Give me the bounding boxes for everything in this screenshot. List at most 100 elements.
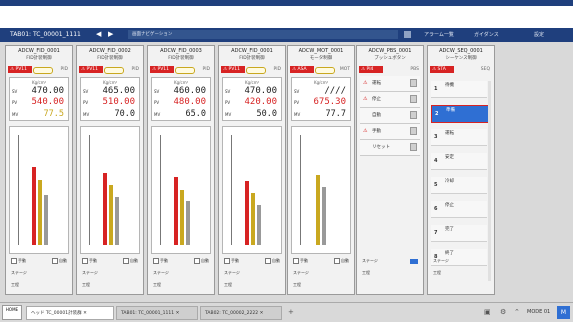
manual-mode[interactable]: 手動 xyxy=(153,258,168,264)
unit-label: Kg/cm² xyxy=(103,80,118,85)
manual-mode[interactable]: 手動 xyxy=(82,258,97,264)
back-icon[interactable]: ◀ xyxy=(96,30,101,38)
checkbox-icon xyxy=(194,258,200,264)
tab-label: ヘッド TC_00001計装群 xyxy=(31,311,82,316)
value-box[interactable]: Kg/cm² SV 465.00 PV 510.00 MV 70.0 xyxy=(80,77,140,121)
sv-value[interactable]: 470.00 xyxy=(31,86,64,96)
operate-button[interactable] xyxy=(410,111,417,119)
mv-value[interactable]: 77.5 xyxy=(44,109,64,119)
sv-value[interactable]: 470.00 xyxy=(244,86,277,96)
sv-label: SV xyxy=(83,89,89,94)
status-label: STA xyxy=(437,67,446,72)
operate-button[interactable] xyxy=(410,127,417,135)
alarm-status: ⚠ PV11 xyxy=(221,66,245,73)
forward-icon[interactable]: ▶ xyxy=(108,30,113,38)
pv-label: PV xyxy=(12,100,18,105)
panel-subtitle: プッシュボタン xyxy=(374,56,406,61)
sv-value[interactable]: //// xyxy=(324,86,346,96)
bottom-taskbar: HOME ヘッド TC_00001計装群 ✕ TAB01: TC_00001_1… xyxy=(0,302,573,322)
sequence-step[interactable]: 3 運転 xyxy=(431,129,487,146)
operate-button[interactable] xyxy=(410,95,417,103)
value-box[interactable]: Kg/cm² SV 470.00 PV 540.00 MV 77.5 xyxy=(9,77,69,121)
warning-icon: ⚠ xyxy=(223,67,228,72)
alarm-list-link[interactable]: アラーム一覧 xyxy=(424,31,454,38)
sv-value[interactable]: 465.00 xyxy=(102,86,135,96)
panel-subtitle: FID計装制御 xyxy=(97,56,123,61)
manual-label: 手動 xyxy=(160,258,168,263)
panel-title: ADCW_FID_0003 xyxy=(160,48,202,54)
close-icon[interactable]: ✕ xyxy=(176,311,180,316)
sv-value[interactable]: 460.00 xyxy=(173,86,206,96)
mv-label: MV xyxy=(154,112,161,117)
manual-mode[interactable]: 手動 xyxy=(224,258,239,264)
sequence-step[interactable]: 2 準備 xyxy=(431,105,489,123)
mv-value[interactable]: 70.0 xyxy=(115,109,135,119)
add-tab-icon[interactable]: + xyxy=(288,308,294,316)
gauge-scale xyxy=(160,135,163,245)
breadcrumb[interactable]: 画面ナビゲーション xyxy=(128,30,398,39)
status-label: PI4 xyxy=(366,67,374,72)
monitor-icon[interactable]: ▣ xyxy=(484,308,491,316)
value-box[interactable]: Kg/cm² SV //// PV 675.30 MV 77.7 xyxy=(291,77,351,121)
scrollbar[interactable] xyxy=(488,81,491,281)
level-bar xyxy=(38,180,42,245)
list-item[interactable]: ⚠ 手動 xyxy=(360,124,420,140)
sv-label: SV xyxy=(294,89,300,94)
close-icon[interactable]: ✕ xyxy=(260,311,264,316)
list-item[interactable]: 自動 xyxy=(360,108,420,124)
close-icon[interactable]: ✕ xyxy=(83,311,87,316)
sequence-step[interactable]: 5 冷却 xyxy=(431,177,487,194)
panel-title: ADCW_PBS_0001 xyxy=(368,48,412,54)
faceplate-panel: ADCW_FID_0001 FID計装制御 ⚠ PV11 PID Kg/cm² SV 470… xyxy=(218,45,286,295)
manual-mode[interactable]: 手動 xyxy=(11,258,26,264)
checkbox-icon xyxy=(334,258,340,264)
auto-label: 自動 xyxy=(272,258,280,263)
guidance-link[interactable]: ガイダンス xyxy=(474,31,499,38)
process-label: 工程 xyxy=(153,282,161,287)
process-label: 工程 xyxy=(224,282,232,287)
operate-button[interactable] xyxy=(410,143,417,151)
faceplate-panel: ADCW_MOT_0001 モータ制御 ⚠ ASA MOT Kg/cm² SV //// PV… xyxy=(287,45,355,295)
tab-3[interactable]: TAB02: TC_00002_2222 ✕ xyxy=(200,306,282,320)
status-row: ⚠ PV11 PID xyxy=(150,66,212,74)
sequence-step[interactable]: 6 停止 xyxy=(431,201,487,218)
tab-1[interactable]: ヘッド TC_00001計装群 ✕ xyxy=(26,306,114,320)
unit-label: Kg/cm² xyxy=(245,80,260,85)
pv-label: PV xyxy=(294,100,300,105)
list-item[interactable]: リセット xyxy=(360,140,420,156)
value-box[interactable]: Kg/cm² SV 460.00 PV 480.00 MV 65.0 xyxy=(151,77,211,121)
mv-value[interactable]: 50.0 xyxy=(257,109,277,119)
chevron-up-icon[interactable]: ⌃ xyxy=(514,308,520,316)
status-pill xyxy=(104,67,124,74)
alarm-status: ⚠ ASA xyxy=(290,66,314,73)
auto-mode[interactable]: 自動 xyxy=(123,258,138,264)
auto-mode[interactable]: 自動 xyxy=(334,258,349,264)
auto-mode[interactable]: 自動 xyxy=(265,258,280,264)
sequence-step[interactable]: 7 完了 xyxy=(431,225,487,242)
stage-label: ステージ xyxy=(224,270,240,275)
auto-mode[interactable]: 自動 xyxy=(52,258,67,264)
stage-label: ステージ xyxy=(82,270,98,275)
tab-2[interactable]: TAB01: TC_00001_1111 ✕ xyxy=(116,306,198,320)
mode-button[interactable]: M xyxy=(557,306,570,319)
home-button[interactable]: HOME xyxy=(2,305,22,320)
gauge-scale xyxy=(231,135,234,245)
mv-value[interactable]: 77.7 xyxy=(326,109,346,119)
auto-mode[interactable]: 自動 xyxy=(194,258,209,264)
mv-value[interactable]: 65.0 xyxy=(186,109,206,119)
sequence-step[interactable]: 4 安定 xyxy=(431,153,487,170)
operate-button[interactable] xyxy=(410,79,417,87)
value-box[interactable]: Kg/cm² SV 470.00 PV 420.00 MV 50.0 xyxy=(222,77,282,121)
menu-square-button[interactable] xyxy=(404,31,411,38)
mode-toggle[interactable] xyxy=(410,258,418,264)
panel-subtitle: FID計装制御 xyxy=(168,56,194,61)
manual-mode[interactable]: 手動 xyxy=(293,258,308,264)
alarm-status: ⚠ PV11 xyxy=(8,66,32,73)
sequence-step[interactable]: 1 待機 xyxy=(431,81,487,98)
list-item[interactable]: ⚠ 停止 xyxy=(360,92,420,108)
settings-icon[interactable]: ⚙ xyxy=(500,308,506,316)
type-label: MOT xyxy=(339,67,350,72)
settings-link[interactable]: 設定 xyxy=(534,31,544,38)
panel-title: ADCW_FID_0001 xyxy=(231,48,273,54)
list-item[interactable]: ⚠ 運転 xyxy=(360,76,420,92)
